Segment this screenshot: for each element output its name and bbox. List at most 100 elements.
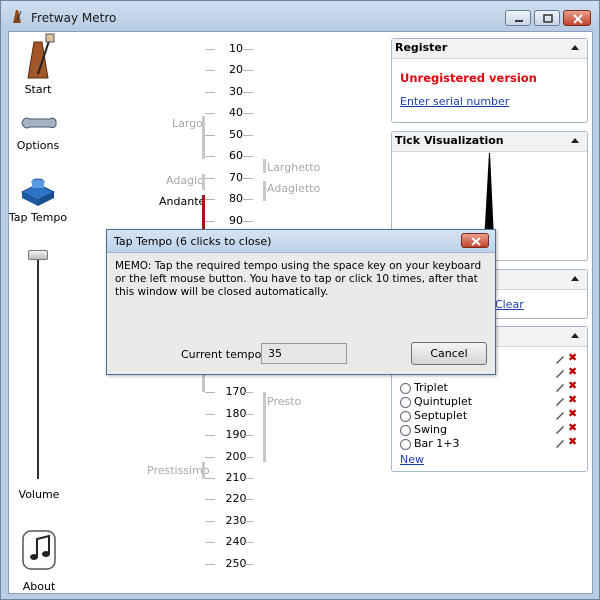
edit-pencil-icon[interactable]: [555, 424, 565, 434]
tempo-name-prestissimo[interactable]: Prestissimo: [147, 464, 210, 477]
tick-line: [243, 156, 253, 158]
tempo-name-largo[interactable]: Largo: [172, 117, 203, 130]
options-label: Options: [16, 139, 60, 152]
edit-pencil-icon[interactable]: [555, 438, 565, 448]
tempo-range-largo: [202, 116, 205, 159]
tempo-name-adagio[interactable]: Adagio: [166, 174, 204, 187]
options-button[interactable]: Options: [8, 110, 68, 152]
new-rhythm-link[interactable]: New: [400, 453, 424, 466]
close-icon: [573, 14, 583, 24]
tick-line: [205, 177, 215, 179]
tick-line: [205, 392, 215, 394]
tick-line: [243, 199, 253, 201]
delete-x-icon[interactable]: ✖: [568, 436, 577, 447]
rhythm-item[interactable]: Swing: [400, 423, 447, 437]
radio-button[interactable]: [400, 438, 411, 450]
radio-button[interactable]: [400, 382, 411, 394]
enter-serial-link[interactable]: Enter serial number: [400, 95, 509, 108]
register-panel-header[interactable]: Register: [392, 39, 587, 59]
minimize-button[interactable]: [505, 10, 531, 26]
main-window: Fretway Metro Start Options Tap Tempo Vo…: [0, 0, 600, 600]
delete-x-icon[interactable]: ✖: [568, 394, 577, 405]
tick-line: [243, 435, 253, 437]
collapse-caret-icon[interactable]: [571, 276, 579, 281]
tempo-name-presto[interactable]: Presto: [267, 395, 301, 408]
radio-button[interactable]: [400, 424, 411, 436]
delete-x-icon[interactable]: ✖: [568, 380, 577, 391]
about-button[interactable]: About: [9, 529, 69, 593]
edit-pencil-icon[interactable]: [555, 368, 565, 378]
tempo-name-larghetto[interactable]: Larghetto: [267, 161, 320, 174]
delete-x-icon[interactable]: ✖: [568, 366, 577, 377]
rhythm-label: Triplet: [414, 381, 448, 394]
tick-line: [205, 113, 215, 115]
collapse-caret-icon[interactable]: [571, 138, 579, 143]
maximize-button[interactable]: [534, 10, 560, 26]
rhythm-item[interactable]: Quintuplet: [400, 395, 472, 409]
start-button[interactable]: Start: [8, 32, 68, 96]
delete-x-icon[interactable]: ✖: [568, 408, 577, 419]
tick-line: [205, 199, 215, 201]
rhythm-label: Septuplet: [414, 409, 468, 422]
tick-line: [243, 520, 253, 522]
tick-line: [205, 413, 215, 415]
edit-pencil-icon[interactable]: [555, 410, 565, 420]
tick-line: [205, 456, 215, 458]
tick-visualization-header[interactable]: Tick Visualization: [392, 132, 587, 152]
volume-slider-track[interactable]: [37, 257, 39, 479]
tap-tempo-button[interactable]: Tap Tempo: [8, 172, 68, 224]
edit-pencil-icon[interactable]: [555, 354, 565, 364]
current-tempo-field: 35: [261, 343, 347, 364]
maximize-icon: [543, 14, 553, 23]
tempo-range-presto: [263, 392, 266, 462]
tick-line: [205, 478, 215, 479]
tick-line: [243, 91, 253, 93]
tick-line: [243, 134, 253, 136]
close-icon: [471, 237, 481, 246]
tick-line: [205, 49, 215, 50]
music-note-icon: [22, 530, 56, 570]
tick-line: [205, 520, 215, 522]
close-button[interactable]: [563, 10, 591, 26]
rhythm-item[interactable]: Septuplet: [400, 409, 467, 423]
edit-pencil-icon[interactable]: [555, 382, 565, 392]
clear-link[interactable]: Clear: [495, 298, 524, 311]
wrench-icon: [21, 117, 57, 129]
tick-line: [205, 91, 215, 93]
tick-line: [205, 220, 215, 222]
collapse-caret-icon[interactable]: [571, 333, 579, 338]
radio-button[interactable]: [400, 410, 411, 422]
tempo-name-adagietto[interactable]: Adagietto: [267, 182, 320, 195]
tick-line: [243, 70, 253, 72]
rhythm-label: Bar 1+3: [414, 437, 460, 450]
edit-pencil-icon[interactable]: [555, 396, 565, 406]
tick-line: [205, 542, 215, 544]
collapse-caret-icon[interactable]: [571, 45, 579, 50]
dialog-close-button[interactable]: [461, 233, 489, 248]
radio-button[interactable]: [400, 396, 411, 408]
dialog-title-bar[interactable]: Tap Tempo (6 clicks to close): [107, 230, 495, 253]
volume-slider-thumb[interactable]: [28, 250, 48, 260]
title-bar[interactable]: Fretway Metro: [1, 1, 599, 31]
cancel-button[interactable]: Cancel: [411, 342, 487, 365]
dialog-title: Tap Tempo (6 clicks to close): [114, 235, 272, 248]
tick-line: [243, 49, 253, 50]
tempo-range-larghetto: [263, 159, 266, 173]
minimize-icon: [515, 20, 523, 22]
registration-status: Unregistered version: [400, 71, 537, 85]
tick-visualization-title: Tick Visualization: [395, 134, 504, 147]
rhythm-item[interactable]: Triplet: [400, 381, 448, 395]
rhythm-item[interactable]: Bar 1+3: [400, 437, 460, 451]
tick-line: [243, 499, 253, 501]
volume-label: Volume: [18, 488, 60, 501]
tap-button-icon: [20, 178, 56, 206]
metronome-icon: [27, 33, 55, 79]
current-tempo-label: Current tempo:: [181, 348, 266, 361]
tick-line: [205, 70, 215, 72]
tempo-name-andante[interactable]: Andante: [159, 195, 205, 208]
tick-line: [205, 499, 215, 501]
delete-x-icon[interactable]: ✖: [568, 352, 577, 363]
tick-line: [243, 413, 253, 415]
tick-line: [243, 478, 253, 479]
delete-x-icon[interactable]: ✖: [568, 422, 577, 433]
